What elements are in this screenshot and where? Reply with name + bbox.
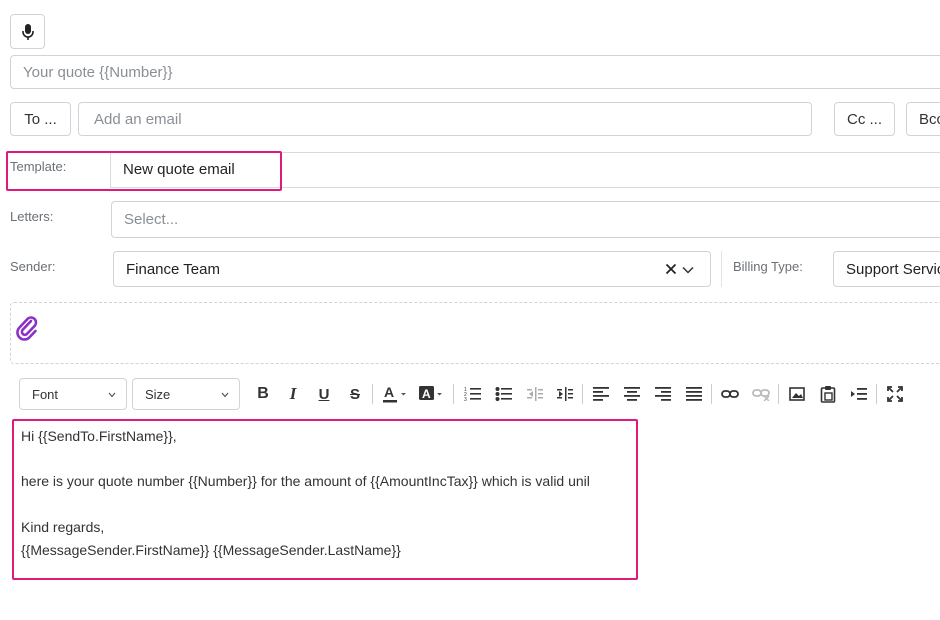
email-input[interactable]: Add an email [78,102,812,136]
to-button[interactable]: To ... [10,102,71,136]
paste-icon[interactable] [817,382,839,406]
justify-icon[interactable] [683,382,705,406]
toolbar-separator [876,384,877,404]
email-placeholder: Add an email [94,110,182,128]
unordered-list-icon[interactable] [493,382,515,406]
template-label: Template: [10,159,67,174]
font-color-icon[interactable]: A [381,382,409,406]
template-select[interactable]: New quote email [123,161,235,178]
billing-type-label: Billing Type: [733,259,803,274]
chevron-down-icon [221,392,229,398]
size-select[interactable]: Size [132,378,240,410]
toolbar-separator [778,384,779,404]
strikethrough-icon[interactable]: S [344,382,366,406]
editor-signature: {{MessageSender.FirstName}} {{MessageSen… [21,542,401,558]
chevron-down-icon[interactable] [681,262,695,278]
to-button-label: To ... [24,110,57,128]
align-right-icon[interactable] [652,382,674,406]
letters-placeholder: Select... [124,211,179,228]
template-value: New quote email [123,161,235,178]
paperclip-icon[interactable] [15,315,39,341]
image-icon[interactable] [786,382,808,406]
bcc-button-label: Bcc [919,110,940,128]
fullscreen-icon[interactable] [884,382,906,406]
letters-label: Letters: [10,209,54,224]
subject-placeholder: Your quote {{Number}} [23,63,173,81]
align-left-icon[interactable] [590,382,612,406]
editor-closing: Kind regards, [21,519,105,535]
toolbar-separator [582,384,583,404]
sender-value: Finance Team [126,260,220,278]
bcc-button[interactable]: Bcc [906,102,940,136]
ordered-list-icon[interactable]: 1 2 3 [462,382,484,406]
clear-icon[interactable] [664,261,678,277]
align-center-icon[interactable] [621,382,643,406]
insert-icon[interactable] [848,382,870,406]
outdent-icon[interactable] [524,382,546,406]
microphone-icon [21,23,34,40]
size-select-label: Size [145,386,171,402]
toolbar-separator [711,384,712,404]
svg-text:A: A [384,384,394,400]
chevron-down-icon [108,392,116,398]
cc-button-label: Cc ... [846,110,882,128]
font-select-label: Font [32,386,59,402]
billing-type-select[interactable]: Support Services [833,251,940,287]
font-select[interactable]: Font [19,378,127,410]
unlink-icon[interactable] [750,382,772,406]
attachment-dropzone[interactable] [10,302,940,364]
letters-select[interactable]: Select... [111,201,940,238]
link-icon[interactable] [719,382,741,406]
underline-icon[interactable]: U [313,382,335,406]
indent-icon[interactable] [554,382,576,406]
svg-text:3: 3 [464,397,467,402]
editor-greeting: Hi {{SendTo.FirstName}}, [21,428,177,444]
billing-type-value: Support Services [846,260,940,278]
cc-button[interactable]: Cc ... [834,102,895,136]
microphone-button[interactable] [10,14,45,49]
sender-billing-divider [721,251,722,287]
background-color-icon[interactable]: A [417,382,445,406]
italic-icon[interactable]: I [282,382,304,406]
toolbar-separator [453,384,454,404]
subject-input[interactable]: Your quote {{Number}} [10,55,940,89]
svg-text:A: A [422,387,431,401]
toolbar-separator [372,384,373,404]
editor-body-line: here is your quote number {{Number}} for… [21,473,590,489]
sender-label: Sender: [10,259,56,274]
bold-icon[interactable]: B [252,382,274,406]
sender-select[interactable]: Finance Team [113,251,711,287]
